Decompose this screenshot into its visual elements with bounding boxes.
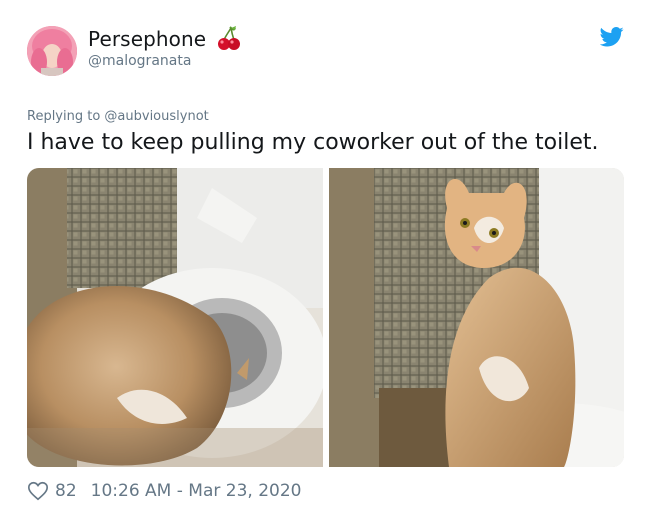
tweet-text: I have to keep pulling my coworker out o…: [27, 130, 599, 155]
photo-cat-looking-back[interactable]: [329, 168, 624, 467]
photo-cat-in-toilet[interactable]: [27, 168, 323, 467]
like-count[interactable]: 82: [55, 481, 77, 501]
tweet-footer: 82 10:26 AM - Mar 23, 2020: [27, 478, 301, 504]
display-name[interactable]: Persephone: [88, 27, 206, 51]
avatar[interactable]: [27, 26, 77, 76]
cherries-icon: [216, 25, 242, 55]
heart-icon[interactable]: [27, 480, 49, 502]
tweet-timestamp[interactable]: 10:26 AM - Mar 23, 2020: [91, 481, 302, 501]
user-handle[interactable]: @malogranata: [88, 53, 191, 69]
twitter-bird-icon[interactable]: [599, 27, 624, 51]
replying-to-line[interactable]: Replying to @aubviouslynot: [27, 109, 209, 124]
